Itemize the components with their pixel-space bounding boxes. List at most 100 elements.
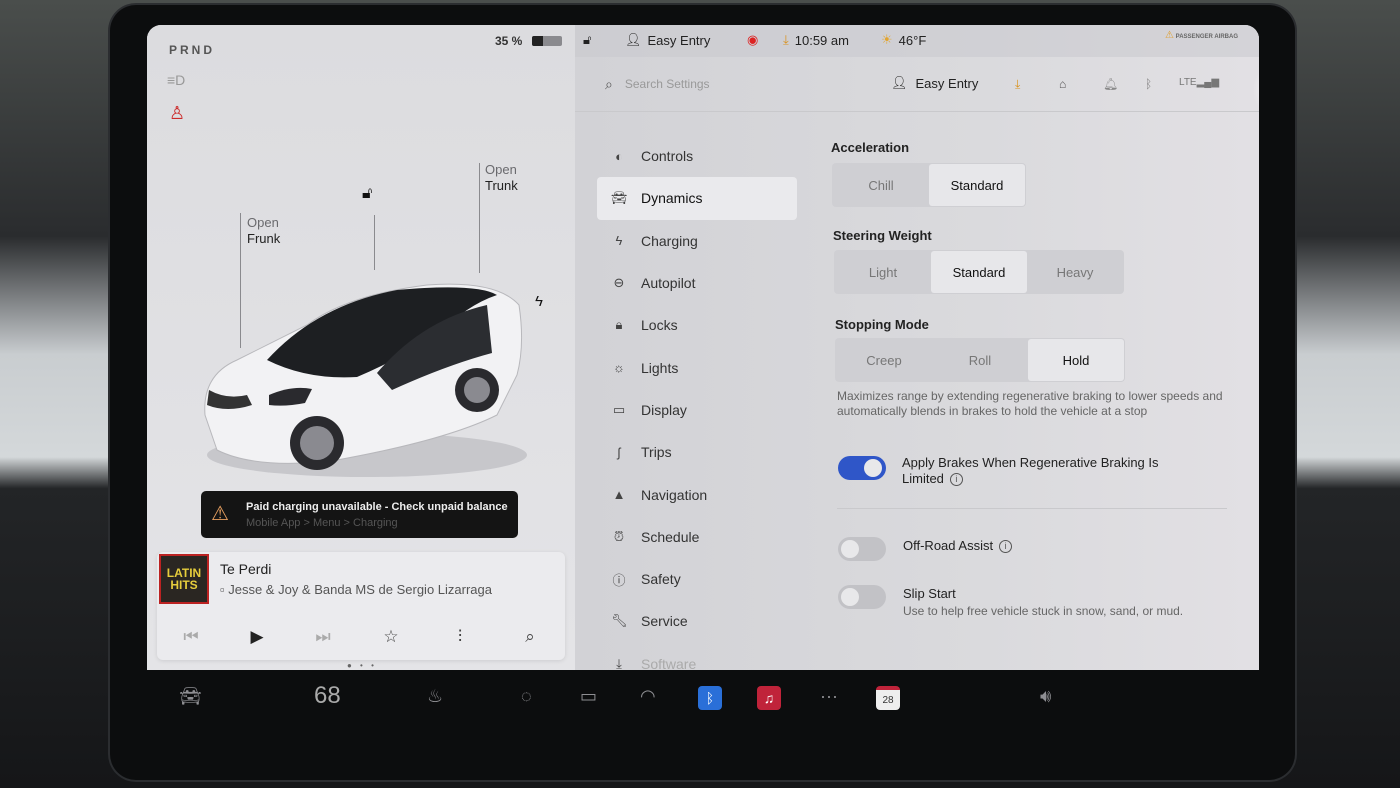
acceleration-option-standard[interactable]: Standard	[929, 164, 1025, 206]
software-update-icon[interactable]: ⤓	[1015, 77, 1020, 92]
off-road-text: Off-Road Assist	[903, 538, 994, 553]
sun-icon: ☼	[613, 360, 625, 376]
nav-item-label: Controls	[641, 148, 694, 165]
song-artist: ▫ Jesse & Joy & Banda MS de Sergio Lizar…	[220, 582, 492, 597]
nav-item-software[interactable]: ⤓ Software	[597, 643, 797, 670]
nav-item-schedule[interactable]: ⏰︎ Schedule	[597, 516, 797, 558]
steering-heater-icon[interactable]: ◌	[521, 686, 532, 707]
car-image	[204, 283, 527, 477]
acceleration-option-chill[interactable]: Chill	[833, 164, 929, 206]
nav-item-autopilot[interactable]: ⊖ Autopilot	[597, 262, 797, 304]
cabin-temperature[interactable]: 68	[314, 682, 341, 710]
settings-nav: ◐ Controls 🚘︎ Dynamics ϟ Charging ⊖ Autopilot 🔒︎…	[597, 135, 797, 670]
media-player: LATIN HITS Te Perdi ▫ Jesse & Joy & Band…	[157, 552, 565, 660]
slip-start-toggle[interactable]	[838, 585, 886, 609]
nav-item-label: Software	[641, 655, 697, 670]
nav-item-label: Dynamics	[641, 190, 703, 207]
car-panel: PRND 35 % ≡D ♙ Open Frunk 🔓︎ Open Trunk …	[147, 25, 575, 670]
unlock-icon[interactable]: 🔓︎	[362, 185, 372, 203]
slip-start-description: Use to help free vehicle stuck in snow, …	[903, 604, 1184, 618]
charge-port-icon[interactable]: ϟ	[535, 293, 543, 310]
volume-icon[interactable]: 🔊︎	[1040, 686, 1051, 707]
nav-item-charging[interactable]: ϟ Charging	[597, 220, 797, 262]
lock-status-icon[interactable]: 🔓︎	[583, 32, 591, 48]
header-divider	[575, 111, 1259, 112]
nav-item-safety[interactable]: ⓘ Safety	[597, 558, 797, 600]
album-art[interactable]: LATIN HITS	[159, 554, 209, 604]
lte-signal-icon: LTE▂▄▆	[1179, 77, 1220, 88]
bottom-dock: 🚘︎ 68 ♨ ◌ ▭ ◠ ᛒ ♫ ··· 28 🔊︎	[147, 670, 1259, 730]
profile-label: Easy Entry	[915, 75, 979, 91]
open-frunk-button[interactable]: Open Frunk	[247, 215, 280, 247]
steering-option-heavy[interactable]: Heavy	[1027, 251, 1123, 293]
info-icon[interactable]: i	[999, 540, 1013, 554]
nav-item-locks[interactable]: 🔒︎ Locks	[597, 304, 797, 346]
seat-heater-icon[interactable]: ♨	[427, 686, 443, 707]
off-road-assist-toggle[interactable]	[838, 537, 886, 561]
homelink-icon[interactable]: ⌂	[1059, 77, 1066, 91]
notification-bell-icon[interactable]: 🔔︎	[1103, 77, 1118, 91]
nav-item-navigation[interactable]: ▲ Navigation	[597, 473, 797, 515]
nav-item-label: Service	[641, 613, 688, 630]
open-trunk-button[interactable]: Open Trunk	[485, 162, 518, 194]
play-button[interactable]: ▶	[241, 622, 273, 652]
equalizer-icon[interactable]: ⫶	[444, 622, 476, 652]
nav-item-trips[interactable]: ʃ Trips	[597, 431, 797, 473]
steering-option-standard[interactable]: Standard	[931, 251, 1027, 293]
info-icon[interactable]: i	[949, 473, 963, 487]
more-apps-icon[interactable]: ···	[820, 686, 838, 707]
media-search-icon[interactable]: ⌕	[514, 622, 546, 652]
profile-button[interactable]: 👤︎ Easy Entry	[891, 75, 978, 91]
gear-indicator: PRND	[169, 43, 216, 57]
nav-item-label: Trips	[641, 444, 672, 461]
apply-brakes-label: Apply Brakes When Regenerative Braking I…	[902, 455, 1192, 487]
toggle-knob	[864, 459, 882, 477]
off-road-assist-label: Off-Road Assist i	[903, 538, 1013, 554]
steering-option-light[interactable]: Light	[835, 251, 931, 293]
nav-item-label: Lights	[641, 359, 679, 376]
nav-item-service[interactable]: 🔧︎ Service	[597, 600, 797, 642]
trunk-label-line2: Trunk	[485, 178, 518, 193]
steering-wheel-icon: ⊖	[613, 275, 625, 291]
nav-item-controls[interactable]: ◐ Controls	[597, 135, 797, 177]
display-icon: ▭	[612, 401, 626, 417]
stopping-option-roll[interactable]: Roll	[932, 339, 1028, 381]
nav-item-dynamics[interactable]: 🚘︎ Dynamics	[597, 177, 797, 220]
nav-item-display[interactable]: ▭ Display	[597, 389, 797, 431]
music-app-icon[interactable]: ♫	[757, 686, 781, 710]
car-icon[interactable]: 🚘︎	[179, 686, 202, 707]
alarm-icon: ⏰︎	[613, 528, 625, 544]
frunk-label-line1: Open	[247, 215, 279, 230]
section-divider	[837, 508, 1227, 509]
profile-status[interactable]: 👤︎ Easy Entry	[625, 32, 710, 48]
bluetooth-icon[interactable]: ᛒ	[1145, 77, 1152, 91]
front-defrost-icon[interactable]: ◠	[640, 686, 656, 707]
wrench-icon: 🔧︎	[611, 613, 628, 629]
stopping-option-hold[interactable]: Hold	[1028, 339, 1124, 381]
frunk-label-line2: Frunk	[247, 231, 281, 246]
previous-track-button[interactable]: ⏮	[175, 622, 207, 652]
search-settings[interactable]: ⌕ Search Settings	[605, 73, 825, 95]
dashcam-record-icon[interactable]: ◉	[747, 32, 758, 48]
trunk-label-line1: Open	[485, 162, 517, 177]
rear-defrost-icon[interactable]: ▭	[580, 686, 597, 707]
stopping-option-creep[interactable]: Creep	[836, 339, 932, 381]
weather: ☀ 46°F	[881, 32, 926, 48]
alert-subtitle: Mobile App > Menu > Charging	[246, 517, 398, 529]
nav-item-lights[interactable]: ☼ Lights	[597, 346, 797, 388]
bluetooth-app-icon[interactable]: ᛒ	[698, 686, 722, 710]
search-icon: ⌕	[605, 75, 613, 92]
battery-percent: 35 %	[495, 34, 523, 48]
airbag-text: PASSENGER AIRBAG	[1175, 34, 1238, 40]
passenger-airbag-indicator: ⚠ PASSENGER AIRBAG	[1165, 30, 1238, 41]
trips-icon: ʃ	[617, 444, 621, 460]
calendar-app-icon[interactable]: 28	[876, 686, 900, 710]
favorite-star-icon[interactable]: ☆	[375, 622, 407, 652]
charging-alert[interactable]: ⚠ Paid charging unavailable - Check unpa…	[201, 491, 518, 538]
next-track-button[interactable]: ⏭	[307, 622, 339, 652]
media-controls: ⏮ ▶ ⏭ ☆ ⫶ ⌕	[157, 622, 565, 652]
apply-brakes-toggle[interactable]	[838, 456, 886, 480]
download-icon: ⤓	[783, 32, 789, 47]
car-icon: 🚘︎	[611, 190, 628, 206]
toggle-knob	[841, 588, 859, 606]
